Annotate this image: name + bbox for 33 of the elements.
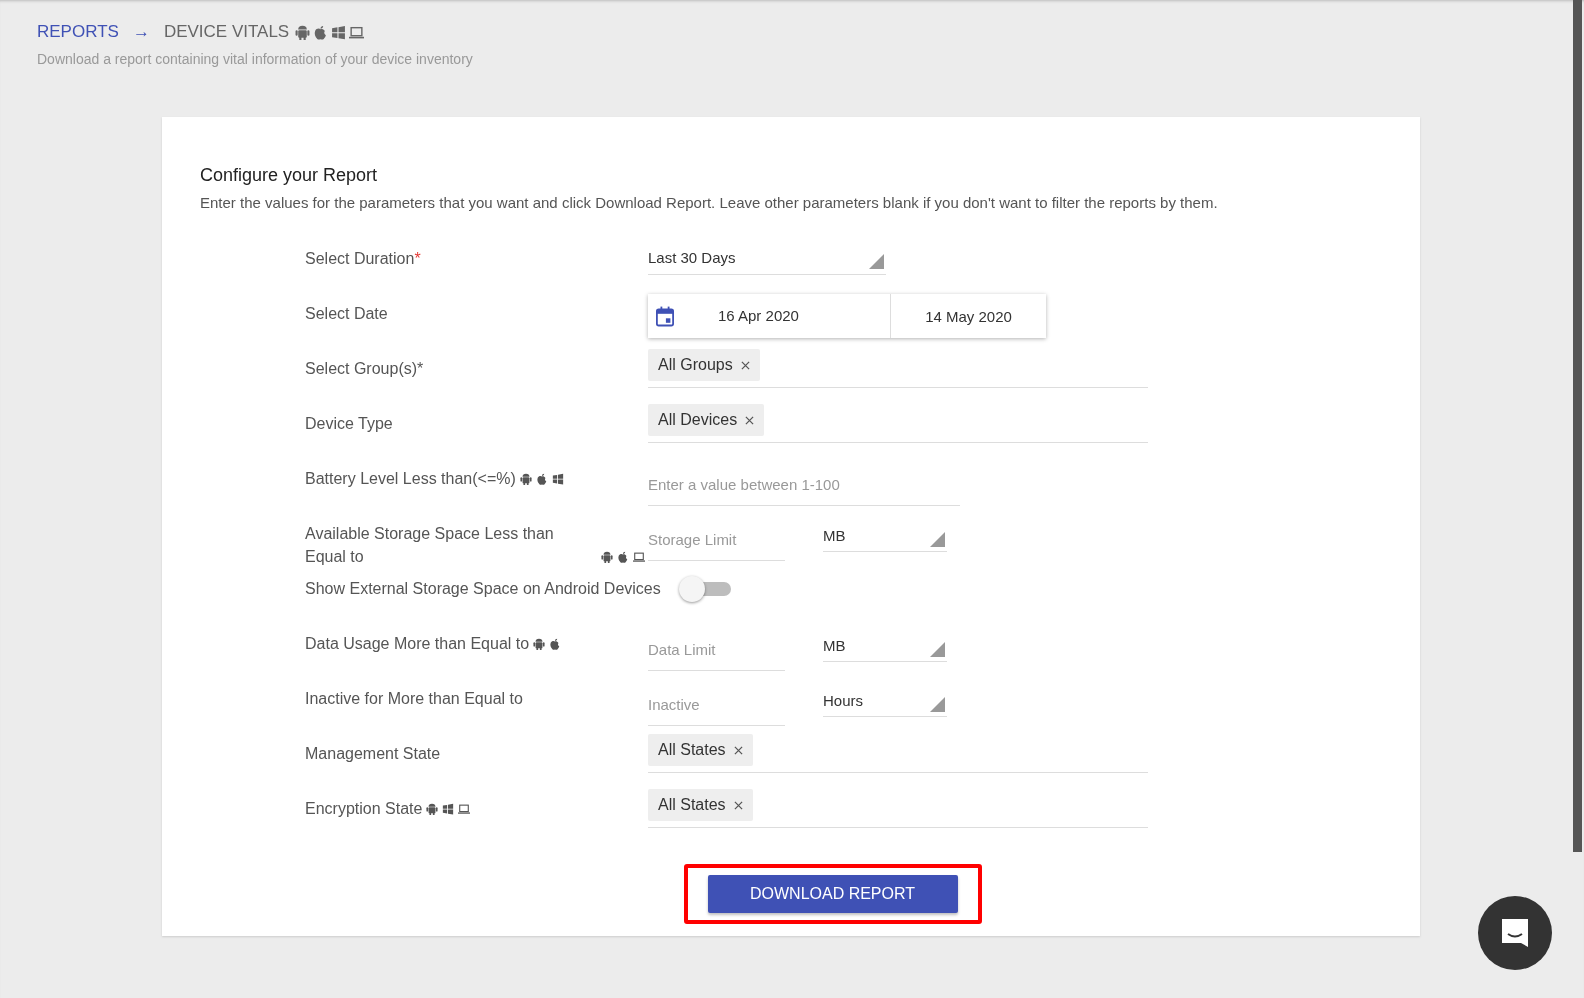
field-label: Management State: [305, 744, 441, 764]
field-label: Data Usage More than Equal to: [305, 634, 530, 654]
page-title: DEVICE VITALS: [163, 22, 290, 42]
filter-chip: All Groups: [648, 349, 760, 381]
filter-chip: All States: [648, 734, 753, 766]
dropdown-field[interactable]: MB: [823, 628, 947, 662]
dropdown-field[interactable]: Hours: [823, 683, 947, 717]
download-report-button[interactable]: DOWNLOAD REPORT: [707, 875, 958, 913]
dropdown-field[interactable]: MB: [823, 518, 947, 552]
date-range-picker[interactable]: 16 Apr 2020 14 May 2020: [648, 294, 1046, 338]
chip-input-field[interactable]: All States: [648, 734, 1148, 773]
field-label: Show External Storage Space on Android Devices: [305, 579, 661, 599]
field-label: Device Type: [305, 414, 393, 434]
field-label: Available Storage Space Less than Equal to: [305, 524, 555, 567]
filter-chip: All Devices: [648, 404, 765, 436]
field-label: Encryption State: [305, 799, 423, 819]
breadcrumb-separator: →: [132, 22, 150, 42]
chip-input-field[interactable]: All States: [648, 789, 1148, 828]
card-description: Enter the values for the parameters that you want and click Download Report. Leave other parameters blank if you don't want to filter the reports by them.: [200, 194, 1219, 211]
breadcrumb-link[interactable]: REPORTS: [37, 22, 119, 42]
end-date: 14 May 2020: [924, 307, 1013, 325]
field-label: Select Date: [305, 304, 388, 324]
filter-chip: All States: [648, 789, 753, 821]
chip-input-field[interactable]: All Devices: [648, 404, 1148, 443]
field-label: Select Group(s)*: [305, 359, 424, 379]
field-label: Inactive for More than Equal to: [305, 689, 523, 709]
dropdown-field[interactable]: Last 30 Days: [648, 239, 886, 275]
chip-input-field[interactable]: All Groups: [648, 349, 1148, 388]
card-title: Configure your Report: [200, 165, 379, 186]
page-subtitle: Download a report containing vital information of your device inventory: [37, 51, 474, 67]
field-label: Battery Level Less than(<=%): [305, 469, 516, 489]
field-label: Select Duration*: [305, 249, 421, 269]
start-date: 16 Apr 2020: [702, 294, 891, 338]
